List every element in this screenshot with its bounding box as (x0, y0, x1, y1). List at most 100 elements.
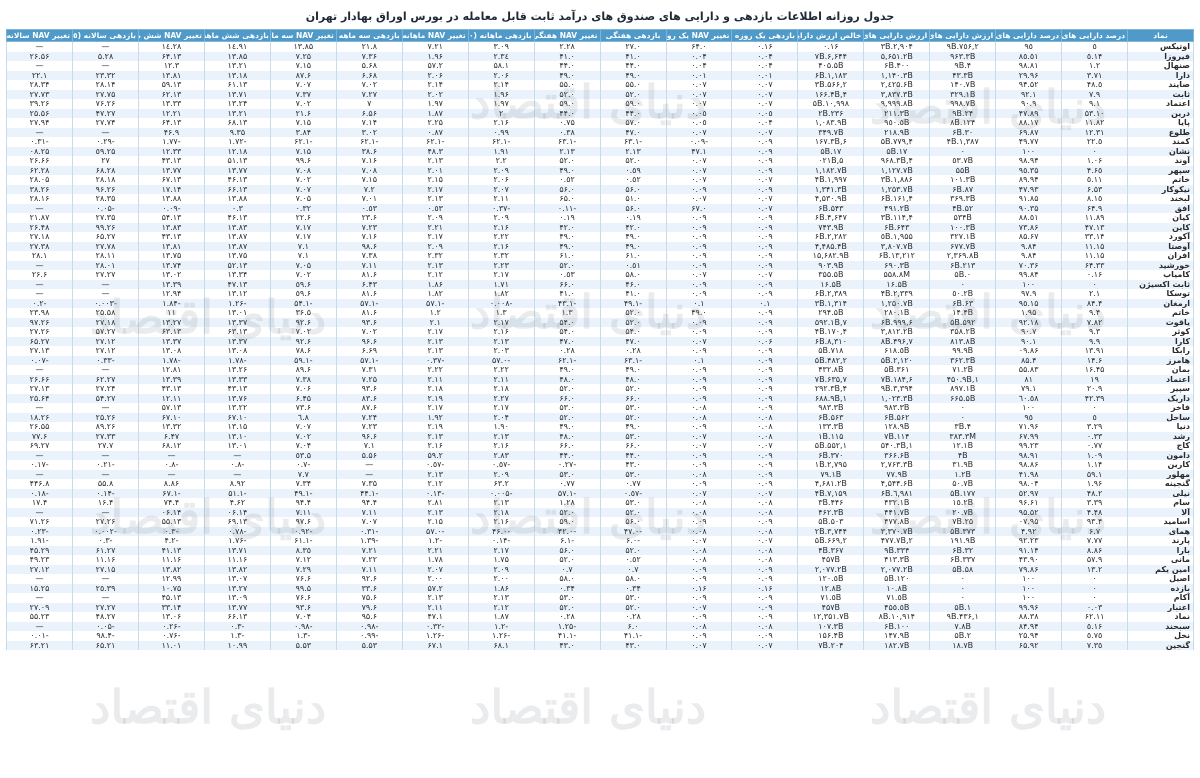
table-cell: ۴,٧٧٩.۵B (863, 137, 931, 147)
table-cell: -١.۶٣ (599, 137, 667, 147)
table-cell: ۶.٢١ (269, 108, 337, 118)
table-cell: ٩.٣۵ (203, 127, 271, 137)
table-cell: -٠.۴٢ (533, 526, 601, 536)
table-cell: ٠.۴٧ (599, 127, 667, 137)
table-cell: ٧.٠١ (335, 194, 403, 204)
table-cell: ٠.۴۴ (599, 450, 667, 460)
table-cell: ٧.١۵ (269, 61, 337, 71)
table-cell: ١٣.٨٣ (203, 222, 271, 232)
table-cell: ٠.٠٩ (731, 146, 799, 156)
table-row: نیکوکار ۶.۵٣ ٩٣.۴٧ ٨٧.۶B ١,٢۵٣.٧B ١,٣۴١.٣B ٠.٠… (5, 184, 1194, 194)
fund-symbol-cell: دامون (1127, 450, 1194, 460)
table-cell: ٠.٠٩ (665, 346, 733, 356)
table-cell: -٠.٠٠٣ (72, 298, 139, 308)
table-cell: ٢.١١ (467, 374, 535, 384)
table-cell: ٠.٥٢ (599, 175, 667, 185)
table-cell: ١.٩۶ (401, 51, 469, 61)
table-cell: ٧.٨B (929, 621, 997, 631)
table-cell: ٢۶.۶۶ (5, 156, 74, 166)
table-cell: ۶.٣٨ (335, 146, 403, 156)
table-cell: ٠.۵۶ (599, 184, 667, 194)
table-cell: ۴۴۶.٣B (797, 498, 865, 508)
table-row: پارند ٧.٧٧ ٩٢.٢٣ ١٩١.٩B ٢,۴٧٧.٧B ٢,۶۶٩.۵B ٠.٠٧… (5, 536, 1194, 546)
table-cell: ٢.١۶ (401, 441, 469, 451)
table-cell: — (72, 469, 139, 479)
table-cell: ٢۵.٥٩ (72, 146, 139, 156)
table-cell: ١٣.۶۶ (203, 612, 271, 622)
table-cell: ٧.١ (269, 241, 337, 251)
table-cell: ٨.٨۶ (138, 479, 205, 489)
page: جدول روزانه اطلاعات بازدهی و دارایی های … (0, 0, 1200, 778)
table-cell: ٠.٠٧ (665, 488, 733, 498)
table-cell: -١.٨۴ (138, 298, 205, 308)
table-cell: ٠.۴٩ (599, 232, 667, 242)
table-cell: ٩٨٣.٣B (863, 403, 931, 413)
table-cell: ٣۶۶.۶B (863, 450, 931, 460)
table-cell: ٩٠.٧ (995, 327, 1063, 337)
table-cell: ١٣.١۵ (203, 422, 271, 432)
table-cell: ٢٨.١۴ (72, 80, 139, 90)
table-row: نشان ٠ ١٠٠ ٠ ١٧.۵B ١٧.۵B ٠.٠٩ ١.۴٧ ٢.١٣ ٢.١٣ ١.٩١ ٣… (5, 146, 1194, 156)
table-cell: ١٣.٠٢ (138, 270, 205, 280)
table-cell: ٢٧.٧٣ (5, 89, 74, 99)
table-cell: ٢.٢٧ (467, 393, 535, 403)
table-cell: ٠.٠٧ (665, 194, 733, 204)
table-row: کیان ١١.٨٩ ٨٨.٥١ ۵٣۴B ۴,١١۴.٣B ۴,۶۴٧.۶B ٠.٠٩ ٠.… (5, 213, 1194, 223)
table-cell: ٩٨٣.٣B (797, 403, 865, 413)
table-cell: ٠.۵٢ (533, 156, 601, 166)
table-cell: ٠.٠٧ (731, 194, 799, 204)
table-cell: ١٢٠.۵B (863, 574, 931, 584)
table-cell: ٠.۵٢ (533, 555, 601, 565)
table-cell: -١.۶٢ (401, 137, 469, 147)
table-cell: ٣,٣٩۴.٩B (863, 384, 931, 394)
table-cell: -٠.١۴ (467, 536, 535, 546)
table-cell: ٠.۶۵ (533, 194, 601, 204)
table-cell: ٢.١٣ (401, 260, 469, 270)
table-cell: ٢۵.٠٨ (5, 146, 74, 156)
table-cell: ٠ (1061, 593, 1129, 603)
table-cell: ٢٢.١ (5, 70, 74, 80)
table-cell: ٠.۴١ (533, 289, 601, 299)
table-cell: ٩٥ (995, 412, 1063, 422)
table-cell: ٠.١۶ (1061, 270, 1129, 280)
table-cell: ۶.٩۶ (335, 336, 403, 346)
table-cell: ٠.٠٩ (731, 241, 799, 251)
table-cell: ٩٢.١٨ (995, 317, 1063, 327)
table-cell: ٣٣٧.۶B (929, 555, 997, 565)
table-cell: ۵.٥٣ (269, 450, 337, 460)
table-cell: ٥.۴٨ (1061, 80, 1129, 90)
table-cell: ٠.٠٩ (665, 631, 733, 641)
table-row: مهلور ١.۵٩ ٩٨.۴١ ١.٢B ٧٧.٩B ٧٩.١B ٠.٠٩ ٠.٠٨ ٠.۵٣… (5, 469, 1194, 479)
table-cell: ٢٧.٢٧ (72, 270, 139, 280)
table-cell: — (5, 203, 74, 213)
table-cell: ٧.٠٢ (269, 99, 337, 109)
table-cell: ۶.٨١ (335, 289, 403, 299)
table-cell: — (72, 450, 139, 460)
table-cell: ١.٩٠ (467, 422, 535, 432)
table-row: اسامید ۴.٩٣ ٩۵.٠٧ ٢۵.٧B ۴٧٧.٨B ۵٠٣.۵B ٠.٠٩ ٠.٠٩… (5, 517, 1194, 527)
table-cell: ۵٠٣.۵B (797, 517, 865, 527)
table-row: آکورد ١۴.٣٣ ٨۵.۶٧ ٣٢٧.١B ١,٩۵۵.٥B ٢,٢٨٢.۶B ٠.٠… (5, 232, 1194, 242)
table-cell: ٢٢.٥ (1061, 137, 1129, 147)
table-cell: ١,٩٩٧.۴B (797, 175, 865, 185)
table-cell: ١٣,٢١٢.۶B (863, 251, 931, 261)
table-cell: ٢,٠٧٧.٢B (797, 564, 865, 574)
table-cell: ٢.۵٧ (401, 61, 469, 71)
table-cell: ٠ (929, 146, 997, 156)
table-row: مانی ٩.۵٧ ٩٠.۴٣ ٣٣٧.۶B ۴١٣.٣B ۴۵٧B ٠.٠٨ ٠.٠٨ ٠.٥… (5, 555, 1194, 565)
table-cell: ٠.۴٨ (533, 431, 601, 441)
table-cell: ٩٥.٣۵ (995, 165, 1063, 175)
table-cell: ٧.۶ (1061, 526, 1129, 536)
table-cell: ١٠.٨B (863, 583, 931, 593)
table-cell: ٢,۴٨٢.۵B (797, 355, 865, 365)
table-cell: ٢٧.٢٧ (72, 602, 139, 612)
table-cell: ٨.۴۴۶ (5, 479, 74, 489)
table-cell: ٩٩٨.٧B (929, 99, 997, 109)
table-cell: ٠.۵٣ (599, 593, 667, 603)
table-cell: ٩۴.۵٢ (995, 80, 1063, 90)
table-cell: -١.٧۶ (203, 536, 271, 546)
fund-symbol-cell: صنهال (1127, 61, 1194, 71)
table-cell: ١٣.٣٣ (203, 374, 271, 384)
table-cell: ٧,۴٩۶.٨B (863, 336, 931, 346)
table-cell: ۴,١١۴.٣B (863, 213, 931, 223)
